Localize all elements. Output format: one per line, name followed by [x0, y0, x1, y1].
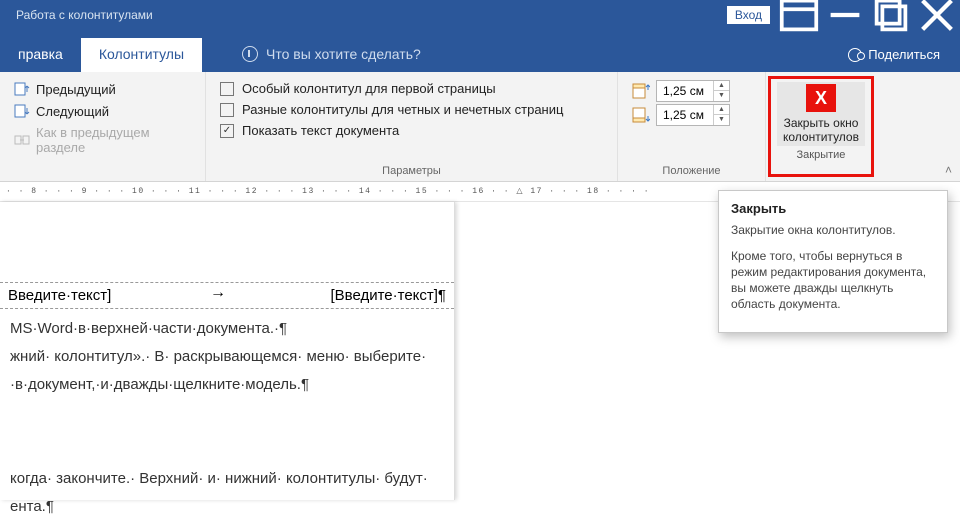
checkbox-icon: [220, 103, 234, 117]
group-close: X Закрыть окно колонтитулов Закрытие: [768, 76, 874, 177]
footer-bottom-input[interactable]: [657, 105, 713, 125]
next-icon: [14, 103, 30, 119]
header-top-input[interactable]: [657, 81, 713, 101]
spin-up-icon[interactable]: ▲: [714, 81, 729, 91]
group-options: Особый колонтитул для первой страницы Ра…: [206, 72, 618, 181]
contextual-tab-label: Работа с колонтитулами: [0, 0, 169, 30]
collapse-ribbon-icon[interactable]: ˄: [945, 163, 952, 177]
checkbox-icon: [220, 82, 234, 96]
close-window-icon[interactable]: [914, 0, 960, 30]
spin-down-icon[interactable]: ▼: [714, 91, 729, 101]
page[interactable]: Введите·текст] [Введите·текст]¶ → MS·Wor…: [0, 202, 455, 500]
tooltip-text: Закрытие окна колонтитулов.: [731, 222, 935, 238]
header-position-icon: [632, 83, 650, 99]
spinner-buttons[interactable]: ▲▼: [713, 105, 729, 125]
group-close-label: Закрытие: [797, 149, 846, 161]
document-body: MS·Word·в·верхней·части·документа.·¶ жни…: [0, 309, 454, 519]
odd-even-label: Разные колонтитулы для четных и нечетных…: [242, 102, 563, 117]
spin-down-icon[interactable]: ▼: [714, 115, 729, 125]
show-doc-label: Показать текст документа: [242, 123, 399, 138]
bulb-icon: [242, 46, 258, 62]
body-line: ента.¶: [10, 495, 444, 519]
close-line1: Закрыть окно: [784, 116, 859, 130]
checkbox-first-page[interactable]: Особый колонтитул для первой страницы: [220, 78, 603, 99]
header-from-top: ▲▼: [632, 80, 751, 102]
previous-section-button[interactable]: Предыдущий: [14, 78, 191, 100]
tooltip-title: Закрыть: [731, 201, 935, 216]
spin-up-icon[interactable]: ▲: [714, 105, 729, 115]
link-label: Как в предыдущем разделе: [36, 125, 191, 155]
close-header-footer-button[interactable]: X Закрыть окно колонтитулов: [777, 82, 865, 146]
close-line2: колонтитулов: [783, 130, 859, 144]
group-options-label: Параметры: [220, 163, 603, 177]
checkbox-show-document[interactable]: Показать текст документа: [220, 120, 603, 141]
minimize-icon[interactable]: [822, 0, 868, 30]
tell-me-placeholder: Что вы хотите сделать?: [266, 46, 421, 62]
body-line: жний· колонтитул».· В· раскрывающемся· м…: [10, 345, 444, 369]
body-line: MS·Word·в·верхней·части·документа.·¶: [10, 317, 444, 341]
next-section-button[interactable]: Следующий: [14, 100, 191, 122]
spinner-buttons[interactable]: ▲▼: [713, 81, 729, 101]
footer-position-icon: [632, 107, 650, 123]
group-navigation: Предыдущий Следующий Как в предыдущем ра…: [0, 72, 206, 181]
link-icon: [14, 132, 30, 148]
maximize-icon[interactable]: [868, 0, 914, 30]
tooltip-text: Кроме того, чтобы вернуться в режим реда…: [731, 248, 935, 312]
previous-icon: [14, 81, 30, 97]
next-label: Следующий: [36, 104, 109, 119]
header-left-placeholder[interactable]: Введите·текст]: [8, 287, 111, 304]
checkbox-odd-even[interactable]: Разные колонтитулы для четных и нечетных…: [220, 99, 603, 120]
close-x-icon: X: [806, 84, 836, 112]
title-bar: Работа с колонтитулами Вход: [0, 0, 960, 30]
header-top-spinner[interactable]: ▲▼: [656, 80, 730, 102]
body-line: ·в·документ,·и·дважды·щелкните·модель.¶: [10, 373, 444, 397]
share-icon: [848, 48, 862, 62]
previous-label: Предыдущий: [36, 82, 116, 97]
group-position-label: Положение: [632, 163, 751, 177]
share-label: Поделиться: [868, 47, 940, 62]
ribbon-display-icon[interactable]: [776, 0, 822, 30]
link-to-previous-button: Как в предыдущем разделе: [14, 122, 191, 158]
footer-bottom-spinner[interactable]: ▲▼: [656, 104, 730, 126]
sign-in-button[interactable]: Вход: [727, 6, 770, 24]
group-nav-label: [14, 163, 191, 177]
footer-from-bottom: ▲▼: [632, 104, 751, 126]
tooltip: Закрыть Закрытие окна колонтитулов. Кром…: [718, 190, 948, 333]
first-page-label: Особый колонтитул для первой страницы: [242, 81, 496, 96]
group-position: ▲▼ ▲▼ Положение: [618, 72, 766, 181]
tab-headers-footers[interactable]: Колонтитулы: [81, 38, 202, 72]
tab-arrow-marker: →: [210, 284, 226, 302]
share-button[interactable]: Поделиться: [828, 37, 960, 72]
page-header-region[interactable]: Введите·текст] [Введите·текст]¶: [0, 282, 454, 309]
tab-editing[interactable]: правка: [0, 38, 81, 72]
ribbon: Предыдущий Следующий Как в предыдущем ра…: [0, 72, 960, 182]
header-right-placeholder[interactable]: [Введите·текст]¶: [330, 287, 446, 304]
body-line: когда· закончите.· Верхний· и· нижний· к…: [10, 467, 444, 491]
checkbox-checked-icon: [220, 124, 234, 138]
tell-me-search[interactable]: Что вы хотите сделать?: [242, 46, 421, 72]
close-button-label: Закрыть окно колонтитулов: [783, 116, 859, 144]
